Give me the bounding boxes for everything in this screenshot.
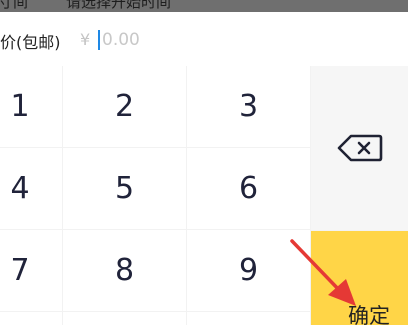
price-input-row: 价(包邮) ¥ [0,12,408,66]
key-dot[interactable] [187,312,310,325]
key-3[interactable]: 3 [187,66,310,147]
red-arrow-icon [290,239,356,306]
key-row-partial[interactable] [0,312,62,325]
key-5[interactable]: 5 [63,148,186,229]
backspace-button[interactable] [311,66,408,230]
key-4[interactable]: 4 [0,148,62,229]
key-2[interactable]: 2 [63,66,186,147]
start-time-label: 寸间 [0,0,29,11]
numeric-keypad: 1 2 3 4 5 6 7 8 9 确定 [0,66,408,328]
key-8[interactable]: 8 [63,230,186,311]
text-cursor [98,30,100,50]
currency-symbol: ¥ [80,30,91,49]
dimmed-background-strip: 寸间 请选择开始时间 [0,0,408,12]
price-input[interactable] [102,27,242,53]
key-0[interactable] [63,312,186,325]
backspace-icon [337,134,382,162]
start-time-value[interactable]: 请选择开始时间 [66,0,171,12]
price-label: 价(包邮) [0,33,61,52]
key-1[interactable]: 1 [0,66,62,147]
key-6[interactable]: 6 [187,148,310,229]
key-7[interactable]: 7 [0,230,62,311]
